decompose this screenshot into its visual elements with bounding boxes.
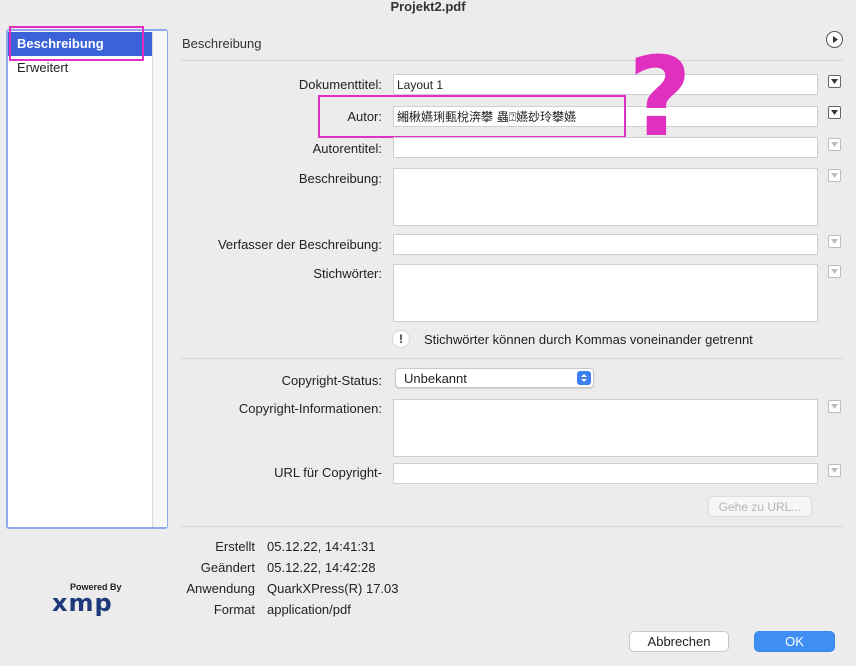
label-keywords: Stichwörter: — [313, 266, 382, 281]
info-application-value: QuarkXPress(R) 17.03 — [267, 581, 399, 596]
info-modified-label: Geändert — [200, 560, 255, 575]
description-writer-dropdown-icon[interactable] — [828, 235, 841, 248]
copyright-info-dropdown-icon[interactable] — [828, 400, 841, 413]
document-title-field[interactable]: Layout 1 — [393, 74, 818, 95]
info-created-label: Erstellt — [215, 539, 255, 554]
label-document-title: Dokumenttitel: — [298, 77, 382, 92]
keywords-dropdown-icon[interactable] — [828, 265, 841, 278]
window-title: Projekt2.pdf — [390, 0, 466, 14]
info-format-value: application/pdf — [267, 602, 351, 617]
question-mark-annotation: ? — [628, 33, 692, 161]
info-application-label: Anwendung — [186, 581, 255, 596]
goto-url-button[interactable]: Gehe zu URL... — [708, 496, 812, 517]
divider-bottom — [181, 526, 843, 527]
author-dropdown-icon[interactable] — [828, 106, 841, 119]
info-icon: ! — [392, 330, 410, 348]
keywords-field[interactable] — [393, 264, 818, 322]
author-title-dropdown-icon[interactable] — [828, 138, 841, 151]
highlight-box-author — [318, 95, 626, 138]
info-format-label: Format — [213, 602, 255, 617]
divider-top — [181, 60, 843, 61]
info-modified-value: 05.12.22, 14:42:28 — [267, 560, 376, 575]
divider-middle — [181, 358, 843, 359]
copyright-info-field[interactable] — [393, 399, 818, 457]
ok-button[interactable]: OK — [754, 631, 835, 652]
copyright-url-dropdown-icon[interactable] — [828, 464, 841, 477]
keywords-hint: Stichwörter können durch Kommas voneinan… — [424, 332, 753, 347]
author-title-field[interactable] — [393, 137, 818, 158]
document-title-dropdown-icon[interactable] — [828, 75, 841, 88]
label-copyright-status: Copyright-Status: — [281, 373, 382, 388]
description-field[interactable] — [393, 168, 818, 226]
highlight-box-sidebar — [9, 26, 144, 61]
copyright-status-value: Unbekannt — [404, 371, 467, 386]
label-copyright-url: URL für Copyright- — [274, 465, 382, 480]
copyright-status-select[interactable]: Unbekannt — [395, 368, 594, 388]
cancel-button[interactable]: Abbrechen — [629, 631, 729, 652]
section-title: Beschreibung — [182, 36, 262, 51]
label-author-title: Autorentitel: — [312, 141, 382, 156]
label-description-writer: Verfasser der Beschreibung: — [217, 237, 382, 252]
copyright-url-field[interactable] — [393, 463, 818, 484]
play-icon[interactable] — [826, 31, 843, 48]
label-description: Beschreibung: — [298, 171, 382, 186]
xmp-logo: xmp — [52, 589, 113, 617]
description-writer-field[interactable] — [393, 234, 818, 255]
sidebar-scrollbar[interactable] — [152, 31, 167, 527]
description-dropdown-icon[interactable] — [828, 169, 841, 182]
sidebar — [6, 29, 168, 529]
label-copyright-info: Copyright-Informationen: — [238, 401, 382, 416]
info-created-value: 05.12.22, 14:41:31 — [267, 539, 376, 554]
updown-arrows-icon — [577, 371, 591, 385]
